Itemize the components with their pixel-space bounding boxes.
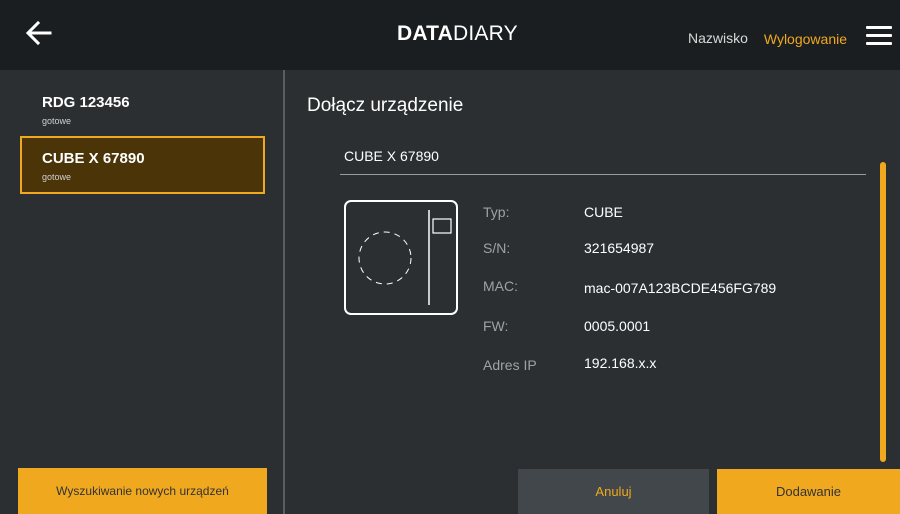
sn-label: S/N: [483, 240, 511, 256]
fw-value: 0005.0001 [584, 318, 651, 334]
top-bar: DATADIARY Nazwisko Wylogowanie [0, 0, 900, 70]
menu-button[interactable] [866, 26, 892, 46]
device-list-item-cube[interactable]: CUBE X 67890 gotowe [20, 136, 265, 194]
user-name: Nazwisko [688, 30, 748, 46]
fw-label: FW: [483, 318, 509, 334]
selected-device-name: CUBE X 67890 [344, 148, 439, 164]
page-title: Dołącz urządzenie [307, 95, 464, 116]
hamburger-menu-icon [866, 26, 892, 45]
add-device-button[interactable]: Dodawanie [717, 469, 900, 514]
mac-label: MAC: [483, 278, 518, 294]
scan-new-devices-button[interactable]: Wyszukiwanie nowych urządzeń [18, 468, 267, 514]
cancel-button[interactable]: Anuluj [518, 469, 709, 514]
app-logo: DATADIARY [397, 22, 518, 48]
panel-divider [283, 70, 285, 514]
type-label: Typ: [483, 204, 510, 220]
device-name: RDG 123456 [42, 94, 130, 111]
logo-light-part: DIARY [453, 22, 518, 45]
mac-value: mac-007A123BCDE456FG789 [584, 280, 777, 296]
arrow-left-icon [25, 20, 52, 46]
logout-link[interactable]: Wylogowanie [755, 30, 847, 48]
device-name: CUBE X 67890 [42, 150, 145, 167]
ip-label: Adres IP [483, 357, 537, 373]
back-button[interactable] [24, 18, 64, 54]
details-scrollbar[interactable] [880, 162, 888, 462]
device-status: gotowe [42, 116, 72, 126]
device-status: gotowe [42, 172, 72, 182]
type-value: CUBE [584, 204, 623, 220]
header-divider [340, 174, 866, 175]
scrollbar-thumb[interactable] [880, 162, 886, 462]
sn-value: 321654987 [584, 240, 655, 256]
cube-device-icon [344, 200, 458, 315]
logo-bold-part: DATA [397, 22, 454, 45]
ip-value: 192.168.x.x [584, 355, 657, 371]
device-list-item-rdg[interactable]: RDG 123456 gotowe [20, 80, 265, 138]
